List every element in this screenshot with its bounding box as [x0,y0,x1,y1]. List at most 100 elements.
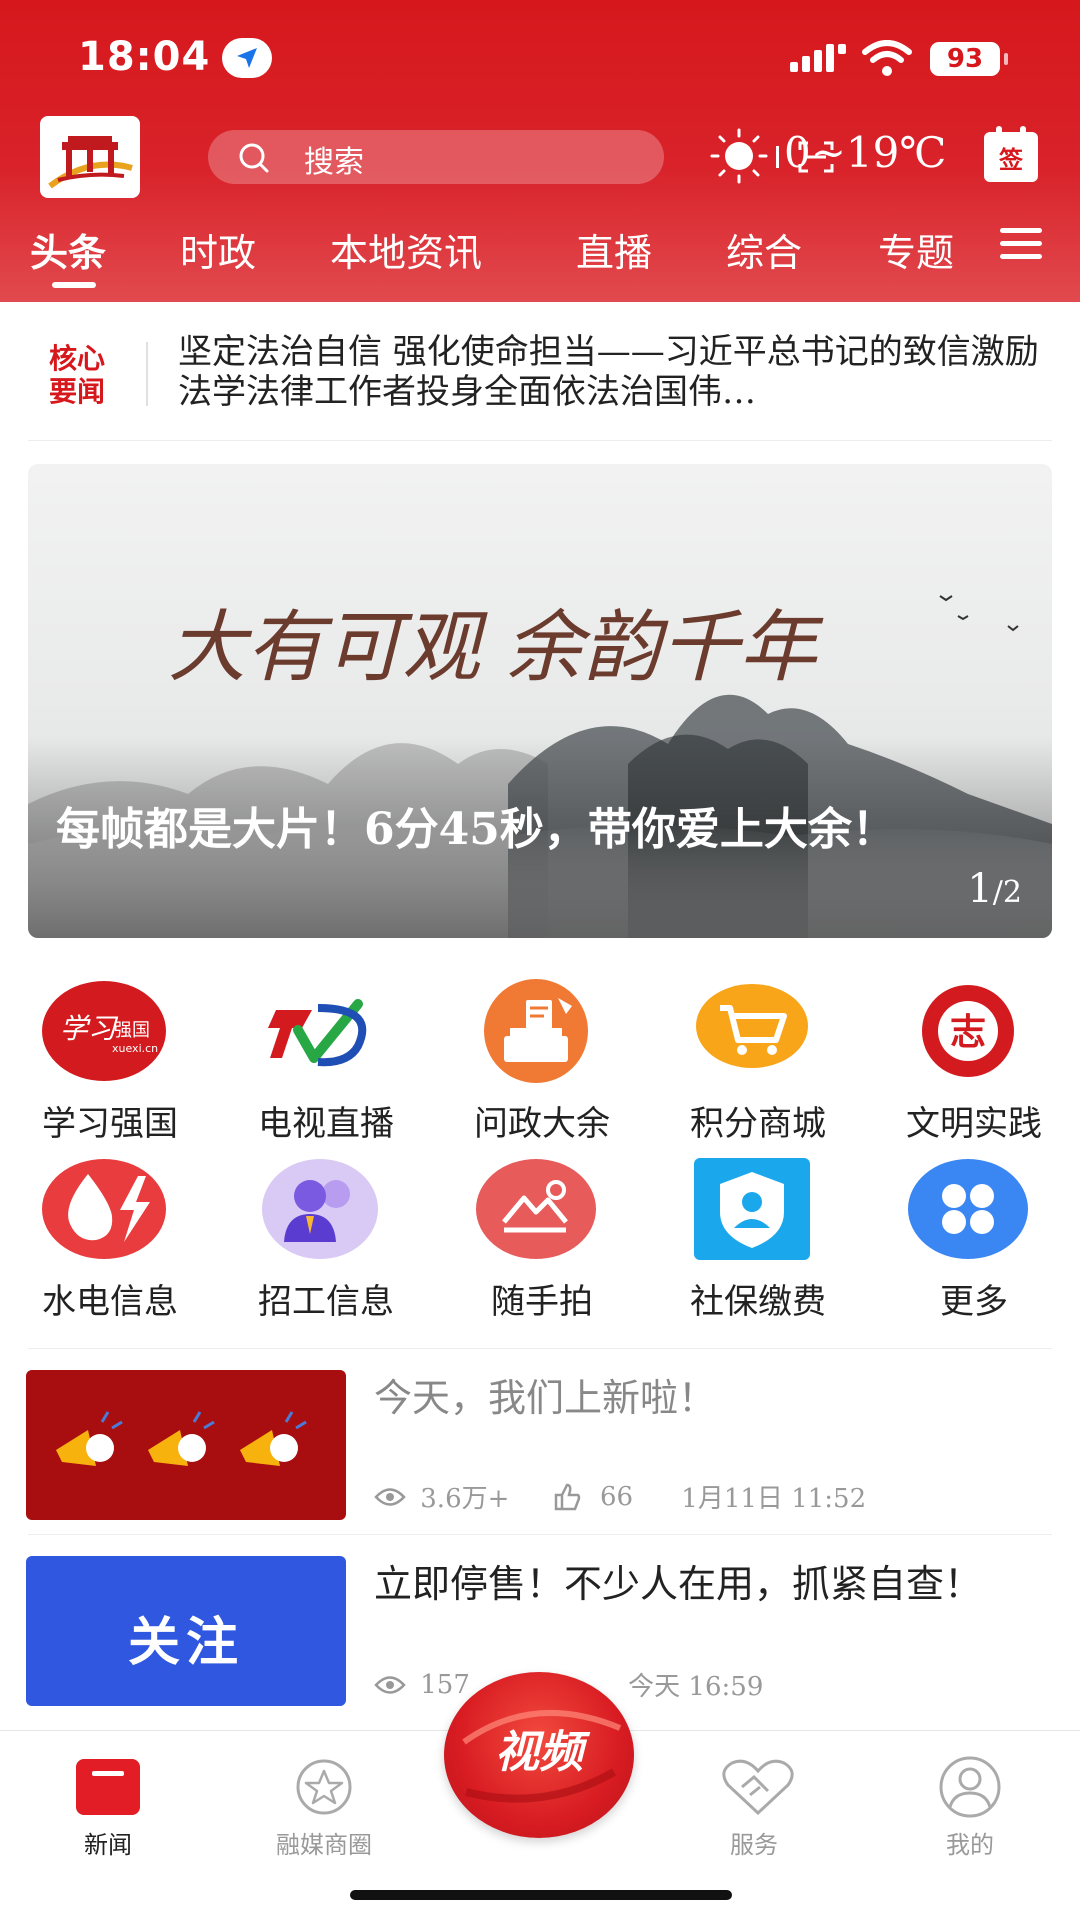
ballot-box-icon [484,979,588,1083]
channel-tabs: 头条 时政 本地资讯 直播 综合 专题 [0,222,1080,288]
recruitment-icon [262,1159,378,1259]
social-security-icon [694,1158,810,1260]
shortcut-civilization-practice[interactable]: 志 文明实践 [866,978,1066,1148]
shortcut-social-security[interactable]: 社保缴费 [650,1156,850,1326]
views-count: 3.6万+ [420,1484,510,1514]
news-thumbnail: 关注 [26,1556,346,1706]
app-header: 18:04 93 搜索 0~19℃ 签 头条 时政 本地资讯 直播 综合 专题 [0,0,1080,302]
search-divider [776,146,779,168]
svg-text:xuexi.cn: xuexi.cn [112,1042,158,1055]
shortcut-recruitment[interactable]: 招工信息 [218,1156,418,1326]
signin-calendar-button[interactable]: 签 [984,126,1038,182]
nav-services[interactable]: 服务 [674,1745,834,1859]
shortcut-label: 更多 [940,1282,1008,1322]
app-logo[interactable] [40,116,140,198]
news-item[interactable]: 今天，我们上新啦！ 3.6万+ 66 1月11日 11:52 [26,1370,1056,1522]
banner-pagination: 1/2 [967,866,1022,912]
news-title[interactable]: 立即停售！不少人在用，抓紧自查！ [374,1560,1054,1608]
tab-headlines[interactable]: 头条 [30,222,106,277]
divider [28,1348,1052,1349]
shortcut-ask-government[interactable]: 问政大余 [434,978,634,1148]
nav-label: 服务 [730,1831,778,1859]
svg-text:志: 志 [950,1011,986,1053]
active-tab-indicator [52,282,96,288]
video-label: 视频 [495,1727,583,1778]
shortcut-label: 文明实践 [906,1104,1042,1144]
core-news-row[interactable]: 核心 要闻 坚定法治自信 强化使命担当——习近平总书记的致信激励法学法律工作者投… [0,302,1080,442]
weather-widget[interactable]: 0~19℃ [706,128,946,188]
shortcut-more[interactable]: 更多 [866,1156,1066,1326]
shortcut-label: 问政大余 [474,1104,610,1144]
featured-banner[interactable]: 大有可观 余韵千年 每帧都是大片！6分45秒，带你爱上大余！ 1/2 [28,464,1052,938]
location-arrow-icon [222,38,272,78]
xuexi-qiangguo-icon: 学习 强国 xuexi.cn [42,981,166,1081]
shortcut-snapshot[interactable]: 随手拍 [434,1156,634,1326]
banner-calligraphy: 大有可观 余韵千年 [168,603,824,693]
nav-label: 新闻 [84,1831,132,1859]
tab-local-news[interactable]: 本地资讯 [330,222,482,277]
user-avatar-icon [939,1756,1001,1818]
views-icon [374,1675,406,1694]
news-icon [76,1759,140,1815]
shortcut-label: 积分商城 [690,1104,826,1144]
star-badge-icon [296,1759,352,1815]
sun-icon [710,128,768,184]
tab-specials[interactable]: 专题 [878,222,954,277]
battery-indicator: 93 [930,42,1008,76]
status-time: 18:04 [78,34,211,80]
thumbnail-follow-text: 关注 [127,1613,244,1673]
like-icon [554,1483,580,1510]
home-indicator [350,1890,732,1900]
temperature-range: 0~19℃ [784,128,947,177]
shortcut-label: 社保缴费 [690,1282,826,1322]
svg-text:学习: 学习 [60,1012,119,1045]
status-bar: 18:04 93 [0,0,1080,118]
nav-news[interactable]: 新闻 [28,1745,188,1859]
cellular-signal-icon [790,44,846,72]
shopping-cart-icon [696,984,808,1068]
video-center-button[interactable]: 视频 [444,1672,634,1838]
search-placeholder: 搜索 [304,145,364,180]
shortcut-tv-live[interactable]: 电视直播 [218,978,418,1148]
handshake-heart-icon [722,1759,794,1816]
water-electric-icon [42,1159,166,1259]
search-bar[interactable]: 搜索 [208,130,834,184]
tv-live-icon [268,999,367,1067]
news-thumbnail [26,1370,346,1520]
news-title[interactable]: 今天，我们上新啦！ [374,1374,1054,1422]
core-news-divider [146,342,148,406]
tab-politics[interactable]: 时政 [180,222,256,277]
tab-general[interactable]: 综合 [726,222,802,277]
likes-count: 66 [599,1481,634,1512]
volunteer-seal-icon: 志 [908,980,1028,1082]
news-meta: 3.6万+ 66 1月11日 11:52 [374,1478,866,1515]
search-icon [239,143,269,173]
shortcut-label: 招工信息 [258,1282,394,1322]
publish-time: 今天 16:59 [628,1672,764,1702]
megaphones-icon [56,1411,307,1466]
photo-icon [476,1159,596,1259]
divider [28,440,1052,441]
svg-text:强国: 强国 [114,1020,150,1041]
shortcut-label: 电视直播 [258,1104,394,1144]
core-news-headline[interactable]: 坚定法治自信 强化使命担当——习近平总书记的致信激励法学法律工作者投身全面依法治… [178,332,1048,412]
tab-live[interactable]: 直播 [576,222,652,277]
shortcut-points-mall[interactable]: 积分商城 [650,978,850,1148]
wifi-icon [862,40,912,76]
shortcut-xuexi-qiangguo[interactable]: 学习 强国 xuexi.cn 学习强国 [2,978,202,1148]
shortcut-water-electricity[interactable]: 水电信息 [2,1156,202,1326]
shortcut-label: 学习强国 [42,1104,178,1144]
publish-time: 1月11日 11:52 [681,1484,867,1514]
shortcut-label: 随手拍 [491,1282,593,1322]
nav-media-business[interactable]: 融媒商圈 [244,1745,404,1859]
channel-menu-icon[interactable] [1000,228,1042,262]
nav-label: 我的 [946,1831,994,1859]
shortcut-label: 水电信息 [42,1282,178,1322]
more-grid-icon [908,1159,1028,1259]
banner-title[interactable]: 每帧都是大片！6分45秒，带你爱上大余！ [56,804,936,856]
divider [28,1534,1052,1535]
nav-profile[interactable]: 我的 [890,1745,1050,1859]
views-icon [374,1487,406,1506]
nav-label: 融媒商圈 [276,1831,372,1859]
core-news-badge: 核心 要闻 [48,342,105,408]
